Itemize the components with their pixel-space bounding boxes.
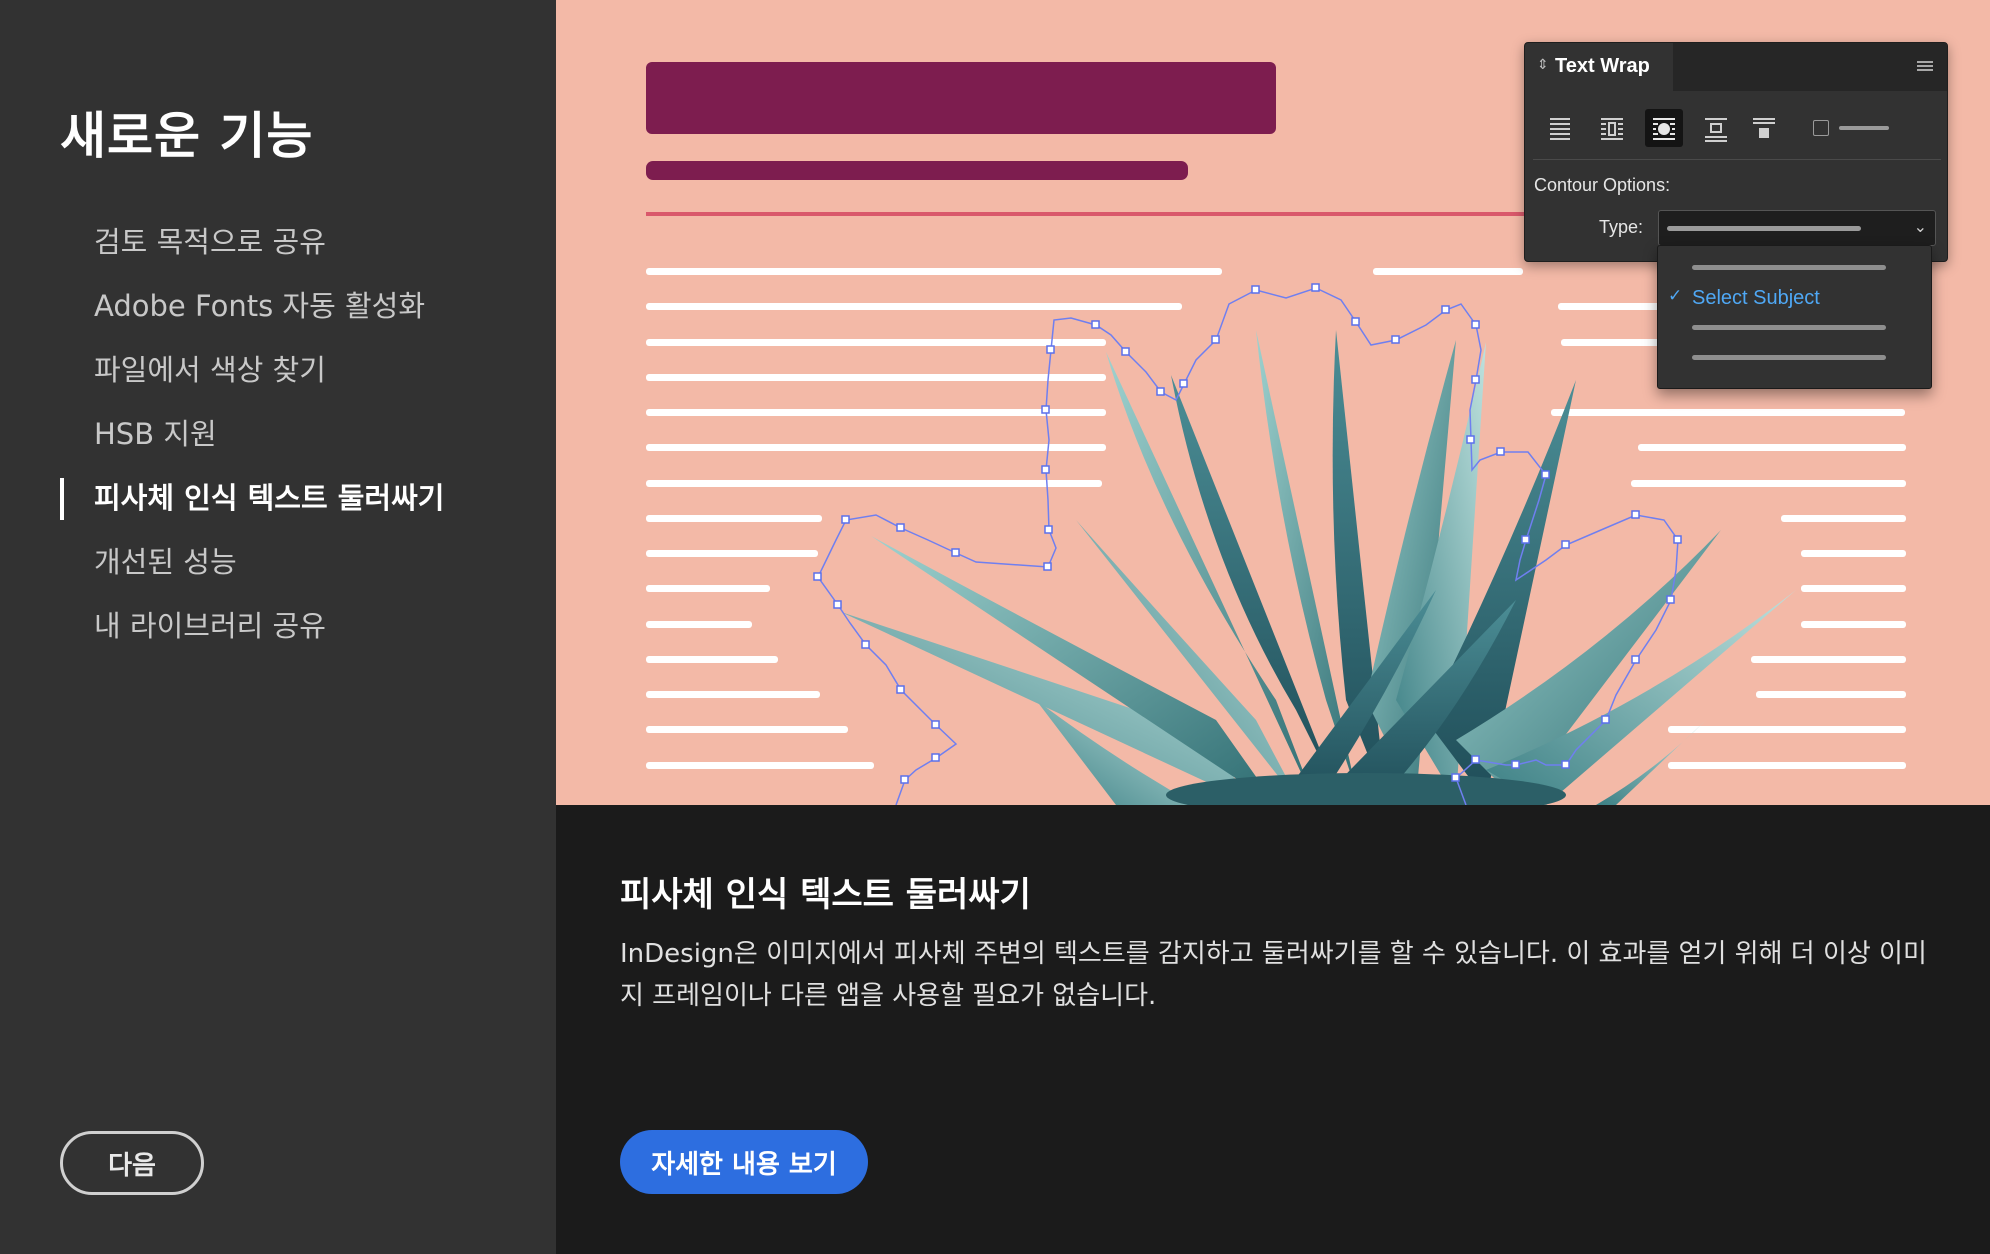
panel-divider [1533, 159, 1941, 160]
feature-title: 피사체 인식 텍스트 둘러싸기 [620, 875, 1031, 915]
contour-options-label: Contour Options: [1534, 175, 1671, 195]
sidebar-item-label: Adobe Fonts 자동 활성화 [94, 289, 426, 323]
option-placeholder [1692, 355, 1886, 360]
chevron-down-icon: ⌄ [1913, 217, 1927, 236]
dropdown-option[interactable] [1658, 343, 1931, 373]
wrap-bounding-box-icon[interactable] [1593, 109, 1631, 147]
panel-menu-icon[interactable] [1917, 61, 1933, 73]
sidebar-item-label: HSB 지원 [94, 417, 217, 451]
sidebar-item-find-colors[interactable]: 파일에서 색상 찾기 [0, 338, 556, 402]
learn-more-button[interactable]: 자세한 내용 보기 [620, 1130, 868, 1194]
agave-plant [841, 330, 1796, 805]
dropdown-option[interactable] [1658, 313, 1931, 343]
offset-slider[interactable] [1839, 126, 1889, 130]
panel-tabbar: ⇕ Text Wrap [1525, 43, 1947, 91]
sidebar-item-share-libraries[interactable]: 내 라이브러리 공유 [0, 594, 556, 658]
contour-type-select[interactable]: ⌄ [1658, 210, 1936, 246]
sidebar-item-label: 개선된 성능 [94, 545, 237, 579]
next-button[interactable]: 다음 [60, 1131, 204, 1195]
option-label: Select Subject [1692, 287, 1820, 309]
option-placeholder [1692, 265, 1886, 270]
sidebar-item-share-for-review[interactable]: 검토 목적으로 공유 [0, 210, 556, 274]
dropdown-option-select-subject[interactable]: ✓ Select Subject [1658, 283, 1931, 313]
tab-text-wrap[interactable]: ⇕ Text Wrap [1525, 43, 1673, 91]
sidebar-item-label: 내 라이브러리 공유 [94, 609, 326, 643]
checkmark-icon: ✓ [1668, 286, 1683, 306]
dropdown-option[interactable] [1658, 253, 1931, 283]
sidebar-item-performance[interactable]: 개선된 성능 [0, 530, 556, 594]
sidebar-item-adobe-fonts[interactable]: Adobe Fonts 자동 활성화 [0, 274, 556, 338]
option-placeholder [1692, 325, 1886, 330]
sidebar-item-label: 파일에서 색상 찾기 [94, 353, 326, 387]
feature-description: 피사체 인식 텍스트 둘러싸기 InDesign은 이미지에서 피사체 주변의 … [556, 805, 1990, 1254]
collapse-chevron-icon[interactable]: ⇕ [1537, 57, 1549, 73]
jump-next-column-icon[interactable] [1745, 109, 1783, 147]
no-wrap-icon[interactable] [1541, 109, 1579, 147]
panel-title: Text Wrap [1555, 55, 1650, 77]
type-label: Type: [1599, 217, 1644, 237]
sidebar-title: 새로운 기능 [60, 107, 314, 165]
select-value-placeholder [1667, 226, 1861, 231]
sidebar-nav: 검토 목적으로 공유 Adobe Fonts 자동 활성화 파일에서 색상 찾기… [0, 210, 556, 658]
feature-body: InDesign은 이미지에서 피사체 주변의 텍스트를 감지하고 둘러싸기를 … [620, 939, 1927, 1011]
sidebar-item-hsb-support[interactable]: HSB 지원 [0, 402, 556, 466]
jump-object-icon[interactable] [1697, 109, 1735, 147]
active-indicator [60, 478, 64, 520]
sidebar: 새로운 기능 검토 목적으로 공유 Adobe Fonts 자동 활성화 파일에… [0, 0, 556, 1254]
wrap-object-shape-icon[interactable] [1645, 109, 1683, 147]
contour-type-dropdown: ✓ Select Subject [1657, 245, 1932, 389]
sidebar-item-label: 검토 목적으로 공유 [94, 225, 326, 259]
subheadline-bar [646, 161, 1188, 180]
text-wrap-panel: ⇕ Text Wrap Contour Options: Type: ⌄ [1524, 42, 1948, 262]
headline-bar [646, 62, 1276, 134]
sidebar-item-subject-aware-wrap[interactable]: 피사체 인식 텍스트 둘러싸기 [0, 466, 556, 530]
rule-line [646, 212, 1586, 216]
sidebar-item-label: 피사체 인식 텍스트 둘러싸기 [94, 481, 445, 515]
invert-checkbox[interactable] [1813, 120, 1829, 136]
